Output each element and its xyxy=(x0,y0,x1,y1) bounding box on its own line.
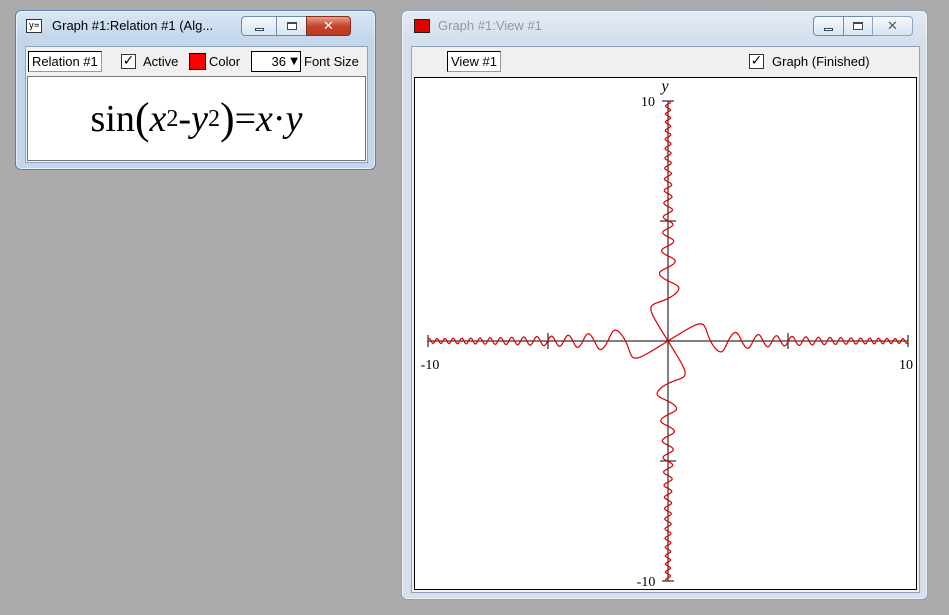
active-label: Active xyxy=(143,54,179,69)
dropdown-arrow-icon: ▼ xyxy=(290,56,298,67)
graph-plot[interactable]: -101010-10xy xyxy=(415,78,925,590)
relation-caption-buttons: ✕ xyxy=(241,16,351,36)
relation-client: Relation #1 ✓ Active Color 36 ▼ Font Siz… xyxy=(25,46,368,163)
view-minimize-button[interactable] xyxy=(813,16,844,36)
eq-rhs-x: x xyxy=(256,97,273,140)
minimize-icon xyxy=(824,27,833,31)
x-tick-label: -10 xyxy=(421,358,440,373)
view-toolbar: View #1 ✓ Graph (Finished) xyxy=(412,47,919,75)
equation-display[interactable]: sin ( x 2 - y 2 ) = x · y xyxy=(27,76,366,161)
close-icon: ✕ xyxy=(323,18,334,34)
graph-status-label: Graph (Finished) xyxy=(772,54,870,69)
font-size-select[interactable]: 36 ▼ xyxy=(251,51,301,72)
plot-area[interactable]: -101010-10xy xyxy=(414,77,925,590)
eq-dot: · xyxy=(272,97,286,140)
eq-equals: = xyxy=(234,97,257,140)
font-size-value: 36 xyxy=(271,54,286,69)
eq-x: x xyxy=(149,97,167,140)
view-close-button[interactable]: ✕ xyxy=(872,16,913,36)
eq-close-paren: ) xyxy=(219,94,235,143)
eq-function: sin xyxy=(90,97,135,140)
maximize-icon xyxy=(853,22,863,30)
relation-tab[interactable]: Relation #1 xyxy=(28,51,102,72)
maximize-button[interactable] xyxy=(276,16,307,36)
view-window-title: Graph #1:View #1 xyxy=(438,18,542,33)
y-tick-label: -10 xyxy=(637,575,656,589)
font-size-label: Font Size xyxy=(304,54,359,69)
eq-minus: - xyxy=(178,97,192,140)
minimize-icon xyxy=(254,27,264,31)
active-checkbox[interactable]: ✓ xyxy=(121,54,136,69)
graph-window-icon xyxy=(414,19,430,33)
view-maximize-button[interactable] xyxy=(843,16,873,36)
relation-titlebar[interactable]: y= Graph #1:Relation #1 (Alg... ✕ xyxy=(16,11,375,41)
view-caption-buttons: ✕ xyxy=(813,16,913,36)
relation-window: y= Graph #1:Relation #1 (Alg... ✕ Relati… xyxy=(15,10,376,170)
view-tab[interactable]: View #1 xyxy=(447,51,502,72)
graph-checkbox[interactable]: ✓ xyxy=(749,54,764,69)
relation-window-title: Graph #1:Relation #1 (Alg... xyxy=(52,18,214,33)
color-label: Color xyxy=(209,54,241,69)
maximize-icon xyxy=(286,22,297,30)
color-swatch[interactable] xyxy=(189,53,206,70)
minimize-button[interactable] xyxy=(241,16,277,36)
x-tick-label: 10 xyxy=(899,358,913,373)
relation-window-icon: y= xyxy=(26,19,42,33)
view-client: View #1 ✓ Graph (Finished) -101010-10xy xyxy=(411,46,925,593)
y-axis-label: y xyxy=(659,78,669,95)
view-titlebar[interactable]: Graph #1:View #1 ✕ xyxy=(402,11,927,41)
eq-rhs-y: y xyxy=(285,97,303,140)
close-icon: ✕ xyxy=(887,18,898,34)
close-button[interactable]: ✕ xyxy=(306,16,351,36)
y-tick-label: 10 xyxy=(641,95,655,110)
relation-toolbar: Relation #1 ✓ Active Color 36 ▼ Font Siz… xyxy=(26,47,367,75)
eq-open-paren: ( xyxy=(134,94,150,143)
view-window: Graph #1:View #1 ✕ View #1 ✓ Graph (Fini… xyxy=(401,10,928,600)
eq-y: y xyxy=(191,97,208,140)
